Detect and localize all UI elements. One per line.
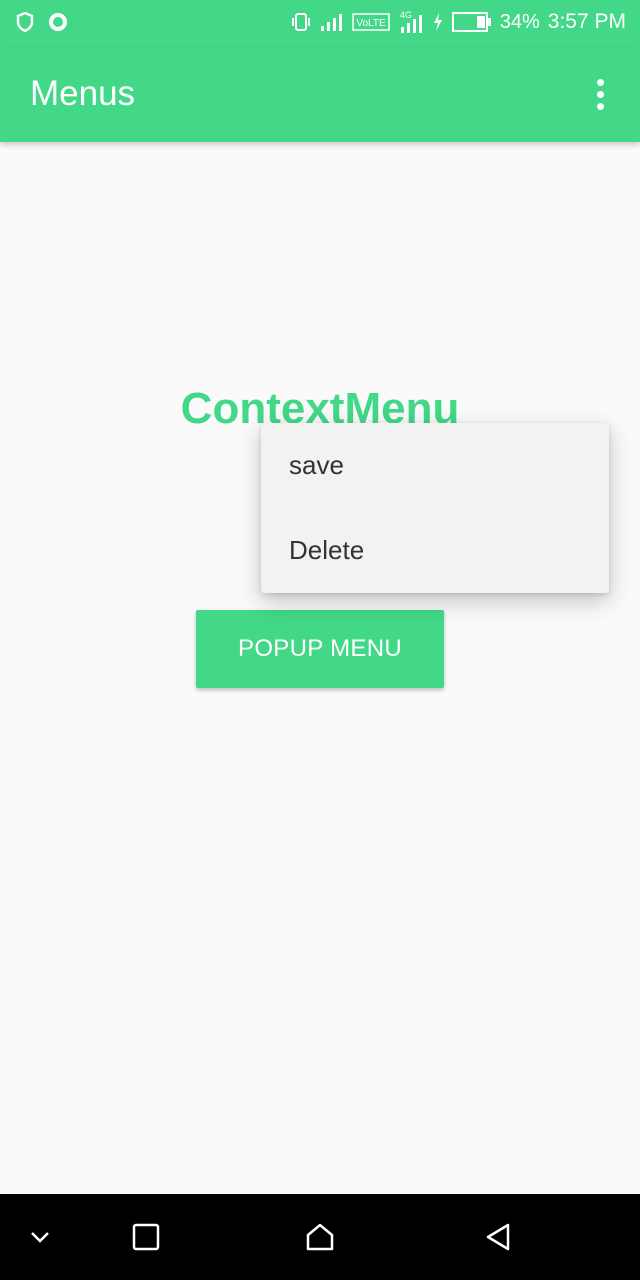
circle-notification-icon bbox=[48, 12, 68, 37]
navigation-bar bbox=[0, 1194, 640, 1280]
status-bar: VoLTE 4G 34% 3:57 PM bbox=[0, 0, 640, 48]
battery-percentage: 34% bbox=[499, 10, 540, 33]
more-vert-icon[interactable] bbox=[582, 74, 618, 114]
app-bar: Menus bbox=[0, 48, 640, 142]
recents-icon[interactable] bbox=[126, 1194, 166, 1280]
context-menu-item-save[interactable]: save bbox=[261, 423, 609, 508]
svg-text:VoLTE: VoLTE bbox=[356, 18, 386, 29]
home-icon[interactable] bbox=[300, 1194, 340, 1280]
chevron-down-icon[interactable] bbox=[22, 1194, 58, 1280]
signal-icon bbox=[320, 12, 344, 32]
popup-menu-button[interactable]: POPUP MENU bbox=[196, 610, 444, 688]
signal-4g-icon: 4G bbox=[398, 10, 424, 34]
battery-icon bbox=[451, 11, 492, 33]
status-time: 3:57 PM bbox=[547, 10, 626, 33]
context-menu-item-delete[interactable]: Delete bbox=[261, 508, 609, 593]
charging-icon bbox=[432, 12, 444, 32]
context-menu: save Delete bbox=[261, 423, 609, 593]
app-bar-title: Menus bbox=[30, 74, 136, 113]
svg-text:4G: 4G bbox=[400, 10, 412, 20]
back-icon[interactable] bbox=[478, 1194, 518, 1280]
volte-icon: VoLTE bbox=[352, 13, 390, 31]
shield-icon bbox=[16, 11, 34, 37]
vibrate-icon bbox=[290, 11, 312, 33]
